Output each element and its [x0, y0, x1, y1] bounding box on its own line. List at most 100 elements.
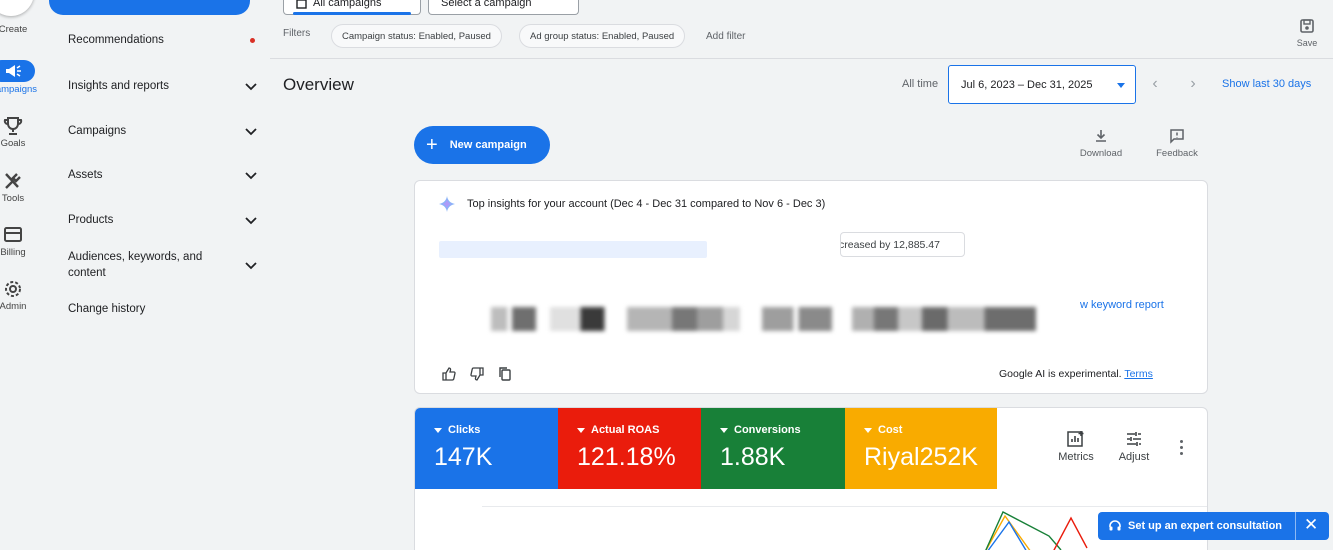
create-button[interactable]: + — [0, 0, 34, 16]
chevron-down-icon — [245, 262, 257, 270]
redacted-content — [491, 307, 609, 331]
rail-item-campaigns[interactable]: Campaigns — [0, 60, 40, 95]
terms-link[interactable]: Terms — [1124, 368, 1153, 380]
redacted-insight-bar — [439, 241, 707, 258]
nav-item-label: Audiences, keywords, and content — [68, 251, 203, 279]
tune-icon — [1127, 432, 1141, 446]
metric-value: 147K — [434, 443, 493, 471]
feedback-icon — [1170, 129, 1184, 144]
rail-item-goals[interactable]: Goals — [0, 116, 40, 149]
expert-consultation-bar[interactable]: Set up an expert consultation ✕ — [1098, 512, 1329, 540]
download-label: Download — [1079, 148, 1123, 159]
previous-period-button[interactable]: ‹ — [1148, 76, 1162, 92]
more-options-icon[interactable] — [1180, 440, 1184, 458]
plus-icon: + — [426, 134, 438, 156]
metric-tile-cost[interactable]: Cost Riyal252K — [845, 408, 997, 489]
add-filter-button[interactable]: Add filter — [706, 31, 745, 42]
redacted-content — [852, 307, 1036, 331]
filters-label: Filters — [283, 28, 311, 39]
gear-icon — [5, 281, 21, 297]
metric-name: Actual ROAS — [591, 424, 660, 436]
consult-divider — [1295, 512, 1296, 540]
app-rail: + Create Campaigns Goals Tools Billing A… — [0, 0, 44, 550]
redacted-content — [627, 307, 740, 331]
credit-card-icon — [4, 227, 22, 242]
metric-tile-actual-roas[interactable]: Actual ROAS 121.18% — [558, 408, 701, 489]
adjust-label: Adjust — [1118, 451, 1150, 463]
save-icon — [1300, 19, 1314, 33]
adjust-button[interactable]: Adjust — [1112, 430, 1156, 463]
metric-value: 121.18% — [577, 443, 676, 471]
filter-chip-ad-group-status[interactable]: Ad group status: Enabled, Paused — [519, 24, 686, 48]
rail-label: Goals — [0, 138, 26, 149]
nav-primary-button[interactable] — [49, 0, 250, 15]
nav-item-insights-and-reports[interactable]: Insights and reports — [68, 79, 257, 93]
page-title: Overview — [283, 75, 354, 94]
nav-item-label: Assets — [68, 169, 103, 181]
insight-chip[interactable]: creased by 12,885.47 — [840, 232, 965, 257]
caret-down-icon — [434, 427, 442, 433]
nav-item-recommendations[interactable]: Recommendations — [68, 34, 255, 46]
nav-item-label: Products — [68, 214, 114, 226]
nav-item-products[interactable]: Products — [68, 213, 257, 227]
metric-value: 1.88K — [720, 443, 786, 471]
thumbs-down-icon[interactable] — [469, 366, 485, 382]
feedback-button[interactable]: Feedback — [1151, 128, 1203, 159]
rail-item-admin[interactable]: Admin — [0, 279, 40, 312]
add-chart-icon — [1067, 431, 1084, 447]
nav-item-label: Change history — [68, 303, 146, 315]
show-last-30-days-link[interactable]: Show last 30 days — [1222, 78, 1311, 90]
chevron-down-icon — [245, 83, 257, 91]
caret-down-icon — [864, 427, 872, 433]
nav-item-change-history[interactable]: Change history — [68, 303, 248, 315]
insights-title: Top insights for your account (Dec 4 - D… — [467, 198, 826, 210]
active-tab-indicator — [293, 12, 411, 15]
redacted-content — [762, 307, 832, 331]
headset-icon — [1109, 520, 1121, 531]
metric-name: Cost — [878, 424, 903, 436]
filter-chip-campaign-status[interactable]: Campaign status: Enabled, Paused — [331, 24, 502, 48]
nav-panel: Recommendations Insights and reports Cam… — [44, 0, 257, 550]
rail-label: Create — [0, 24, 28, 35]
insights-card: Top insights for your account (Dec 4 - D… — [414, 180, 1208, 394]
date-range-value: Jul 6, 2023 – Dec 31, 2025 — [961, 78, 1093, 91]
caret-down-icon — [1117, 83, 1125, 88]
megaphone-icon — [0, 60, 35, 82]
date-range-picker[interactable]: Jul 6, 2023 – Dec 31, 2025 — [948, 65, 1136, 104]
performance-chart-lines — [985, 511, 1088, 550]
copy-icon[interactable] — [497, 366, 513, 382]
save-button[interactable]: Save — [1291, 18, 1323, 48]
next-period-button[interactable]: › — [1186, 76, 1200, 92]
save-label: Save — [1296, 38, 1318, 48]
chevron-down-icon — [245, 217, 257, 225]
plus-icon: + — [0, 0, 9, 4]
rail-label: Billing — [0, 247, 26, 258]
tab-select-campaign[interactable]: Select a campaign — [428, 0, 579, 15]
nav-item-label: Insights and reports — [68, 80, 170, 92]
download-button[interactable]: Download — [1075, 128, 1127, 159]
metric-tile-conversions[interactable]: Conversions 1.88K — [701, 408, 845, 489]
thumbs-up-icon[interactable] — [441, 366, 457, 382]
nav-item-audiences[interactable]: Audiences, keywords, and content — [68, 249, 257, 281]
folder-icon — [296, 0, 307, 9]
tab-label: All campaigns — [313, 0, 382, 9]
metrics-button[interactable]: Metrics — [1053, 430, 1099, 463]
metric-value: Riyal252K — [864, 443, 978, 471]
rail-item-billing[interactable]: Billing — [0, 225, 40, 258]
nav-item-assets[interactable]: Assets — [68, 168, 257, 182]
nav-item-label: Campaigns — [68, 125, 127, 137]
close-icon[interactable]: ✕ — [1304, 516, 1318, 534]
consult-label: Set up an expert consultation — [1128, 520, 1283, 532]
new-campaign-label: New campaign — [449, 139, 527, 151]
new-campaign-button[interactable]: + New campaign — [414, 126, 550, 164]
view-keyword-report-link[interactable]: w keyword report — [1080, 299, 1164, 311]
insight-chip-label: creased by 12,885.47 — [840, 238, 940, 251]
nav-item-campaigns[interactable]: Campaigns — [68, 124, 257, 138]
chevron-down-icon — [245, 128, 257, 136]
rail-item-create[interactable]: Create — [0, 24, 40, 35]
chevron-down-icon — [245, 172, 257, 180]
metric-tile-clicks[interactable]: Clicks 147K — [415, 408, 558, 489]
download-icon — [1096, 130, 1106, 142]
rail-item-tools[interactable]: Tools — [0, 171, 40, 204]
caret-down-icon — [720, 427, 728, 433]
